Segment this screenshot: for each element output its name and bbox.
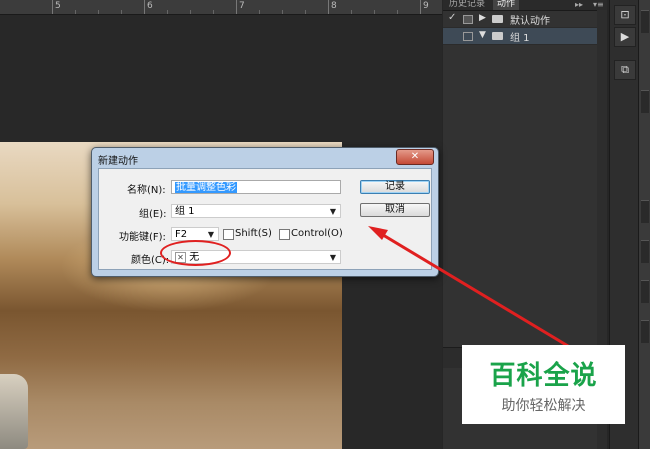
name-label: 名称(N): (127, 185, 166, 196)
record-button[interactable]: 记录 (360, 180, 430, 194)
control-label: Control(O) (291, 228, 343, 239)
function-key-label: 功能键(F): (119, 232, 166, 243)
shift-checkbox[interactable] (223, 229, 234, 240)
panel-tab-bar: 历史记录 动作 ▸▸ ▾≡ (443, 0, 607, 11)
close-icon[interactable]: ✕ (396, 149, 434, 165)
ruler-tick (52, 0, 53, 14)
ruler-number: 5 (55, 1, 61, 11)
ruler-number: 7 (239, 1, 245, 11)
function-key-value: F2 (175, 229, 188, 240)
action-set-row-selected[interactable]: ▼ 组 1 (443, 28, 597, 45)
watermark-subtitle: 助你轻松解决 (501, 398, 586, 414)
group-label: 组(E): (139, 209, 167, 220)
chevron-down-icon: ▼ (207, 230, 214, 239)
annotation-ellipse (160, 240, 231, 266)
function-key-select[interactable]: F2 ▼ (171, 227, 219, 241)
collapse-icon[interactable]: ▸▸ (575, 0, 583, 9)
horizontal-ruler: 5 6 7 8 9 (0, 0, 442, 15)
name-input[interactable]: 批量调整色彩 (171, 180, 341, 194)
dialog-toggle-icon[interactable] (463, 32, 473, 41)
ruler-tick (420, 0, 421, 14)
cancel-button[interactable]: 取消 (360, 203, 430, 217)
watermark-title: 百科全说 (489, 361, 598, 391)
ruler-number: 9 (423, 1, 429, 11)
dialog-body: 名称(N): 批量调整色彩 组(E): 组 1 ▼ 功能键(F): F2 ▼ S… (98, 168, 432, 270)
action-set-label: 组 1 (510, 33, 530, 44)
expand-arrow-icon[interactable]: ▶ (479, 13, 486, 23)
tab-actions[interactable]: 动作 (493, 0, 520, 10)
chevron-down-icon: ▼ (329, 253, 336, 262)
new-action-dialog: 新建动作 ✕ 名称(N): 批量调整色彩 组(E): 组 1 ▼ 功能键(F):… (91, 147, 439, 277)
dialog-title: 新建动作 (98, 156, 138, 167)
edge-panel-strip (638, 0, 650, 449)
collapse-arrow-icon[interactable]: ▼ (479, 30, 486, 40)
shift-label: Shift(S) (235, 228, 272, 239)
group-select-value: 组 1 (175, 206, 195, 217)
watermark-logo: 百科全说 助你轻松解决 (462, 345, 625, 424)
name-input-value: 批量调整色彩 (175, 182, 237, 193)
action-set-label: 默认动作 (510, 16, 550, 27)
ruler-tick (328, 0, 329, 14)
history-icon[interactable]: ⊡ (614, 5, 636, 25)
toggle-check-icon[interactable]: ✓ (448, 12, 456, 23)
folder-icon (492, 32, 503, 40)
panel-menu-icon[interactable]: ▾≡ (593, 0, 604, 9)
dialog-toggle-icon[interactable] (463, 15, 473, 24)
car-fragment (0, 374, 28, 449)
action-set-row[interactable]: ✓ ▶ 默认动作 (443, 11, 597, 28)
ruler-number: 6 (147, 1, 153, 11)
ruler-number: 8 (331, 1, 337, 11)
play-icon[interactable]: ▶ (614, 27, 636, 47)
layers-icon[interactable]: ⧉ (614, 60, 636, 80)
folder-icon (492, 15, 503, 23)
control-checkbox[interactable] (279, 229, 290, 240)
group-select[interactable]: 组 1 ▼ (171, 204, 341, 218)
ruler-tick (144, 0, 145, 14)
tab-history[interactable]: 历史记录 (445, 0, 489, 10)
chevron-down-icon: ▼ (329, 207, 336, 216)
ruler-tick (236, 0, 237, 14)
